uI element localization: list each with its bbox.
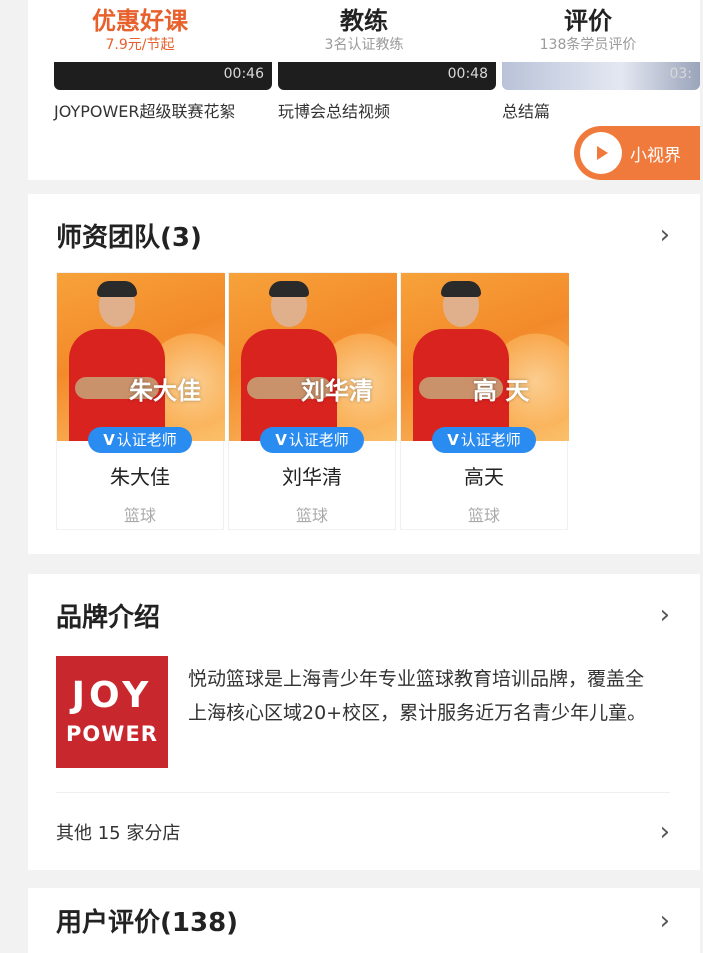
video-duration: 00:46	[223, 66, 264, 82]
photo-name-overlay: 刘华清	[301, 377, 373, 405]
logo-line1: JOY	[71, 675, 153, 716]
section-title: 用户评价(138)	[56, 908, 239, 938]
verified-icon: V	[103, 431, 115, 449]
section-title: 品牌介绍	[56, 602, 161, 633]
brand-section: 品牌介绍 › JOY POWER 悦动篮球是上海青少年专业篮球教育培训品牌，覆盖…	[28, 574, 700, 870]
section-title: 师资团队(3)	[56, 222, 202, 253]
teachers-header[interactable]: 师资团队(3) ›	[28, 194, 700, 276]
tab-subtitle: 7.9元/节起	[105, 37, 175, 53]
certified-badge: V 认证老师	[88, 427, 192, 453]
tab-title: 评价	[564, 7, 612, 35]
video-duration: 03:	[669, 66, 692, 82]
verified-icon: V	[275, 431, 287, 449]
divider	[56, 792, 670, 793]
video-thumbnail[interactable]: 00:48	[278, 62, 496, 90]
badge-label: 认证老师	[116, 431, 177, 449]
photo-name-overlay: 高 天	[473, 377, 530, 405]
tab-title: 教练	[340, 7, 388, 35]
video-item[interactable]: 00:48 玩博会总结视频	[278, 62, 496, 124]
screen: 优惠好课 7.9元/节起 教练 3名认证教练 评价 138条学员评价 00:46…	[0, 0, 703, 953]
teacher-card[interactable]: 刘华清 V 认证老师 刘华清 篮球	[228, 272, 397, 530]
teacher-cards: 朱大佳 V 认证老师 朱大佳 篮球 刘华清 V 认证老师 刘华清 篮球 高 天 …	[56, 272, 569, 530]
badge-label: 认证老师	[460, 431, 521, 449]
tab-subtitle: 138条学员评价	[539, 37, 637, 53]
tab-coaches[interactable]: 教练 3名认证教练	[252, 0, 476, 62]
certified-badge: V 认证老师	[260, 427, 364, 453]
verified-icon: V	[447, 431, 459, 449]
video-duration: 00:48	[447, 66, 488, 82]
tab-title: 优惠好课	[92, 7, 188, 35]
other-branches-row[interactable]: 其他 15 家分店 ›	[28, 794, 700, 870]
teacher-name: 刘华清	[282, 465, 342, 489]
logo-line2: POWER	[66, 722, 158, 746]
play-icon	[580, 132, 622, 174]
reviews-header[interactable]: 用户评价(138) ›	[28, 888, 700, 953]
teacher-sport: 篮球	[467, 506, 500, 525]
tab-bar: 优惠好课 7.9元/节起 教练 3名认证教练 评价 138条学员评价	[28, 0, 700, 62]
teacher-photo: 刘华清	[229, 273, 397, 441]
teacher-card[interactable]: 朱大佳 V 认证老师 朱大佳 篮球	[56, 272, 225, 530]
brand-logo: JOY POWER	[56, 656, 168, 768]
teacher-sport: 篮球	[295, 506, 328, 525]
mini-window-button[interactable]: 小视界	[574, 126, 700, 180]
chevron-right-icon[interactable]: ›	[660, 817, 670, 847]
branches-label: 其他 15 家分店	[56, 823, 181, 844]
video-item[interactable]: 00:46 JOYPOWER超级联赛花絮	[54, 62, 272, 124]
video-thumbnail[interactable]: 00:46	[54, 62, 272, 90]
badge-label: 认证老师	[288, 431, 349, 449]
video-title: JOYPOWER超级联赛花絮	[54, 102, 236, 121]
teachers-section: 师资团队(3) › 朱大佳 V 认证老师 朱大佳 篮球 刘华清 V 认证老师 刘…	[28, 194, 700, 554]
reviews-section: 用户评价(138) ›	[28, 888, 700, 953]
brand-body: JOY POWER 悦动篮球是上海青少年专业篮球教育培训品牌，覆盖全上海核心区域…	[56, 656, 658, 768]
tab-courses[interactable]: 优惠好课 7.9元/节起	[28, 0, 252, 62]
brand-header[interactable]: 品牌介绍 ›	[28, 574, 700, 656]
teacher-name: 高天	[464, 465, 504, 489]
brand-description: 悦动篮球是上海青少年专业篮球教育培训品牌，覆盖全上海核心区域20+校区，累计服务…	[188, 668, 647, 724]
chevron-right-icon[interactable]: ›	[660, 906, 670, 936]
chevron-right-icon[interactable]: ›	[660, 600, 670, 630]
photo-name-overlay: 朱大佳	[129, 377, 201, 405]
teacher-sport: 篮球	[123, 506, 156, 525]
teacher-name: 朱大佳	[110, 465, 170, 489]
video-strip: 00:46 JOYPOWER超级联赛花絮 00:48 玩博会总结视频 03: 总…	[28, 62, 700, 180]
video-title: 总结篇	[502, 102, 551, 121]
certified-badge: V 认证老师	[432, 427, 536, 453]
teacher-card[interactable]: 高 天 V 认证老师 高天 篮球	[400, 272, 569, 530]
video-item[interactable]: 03: 总结篇	[502, 62, 703, 124]
tab-subtitle: 3名认证教练	[324, 37, 404, 53]
video-thumbnail[interactable]: 03:	[502, 62, 700, 90]
mini-window-label: 小视界	[630, 145, 681, 166]
chevron-right-icon[interactable]: ›	[660, 220, 670, 250]
tab-reviews[interactable]: 评价 138条学员评价	[476, 0, 700, 62]
teacher-photo: 朱大佳	[57, 273, 225, 441]
teacher-photo: 高 天	[401, 273, 569, 441]
video-title: 玩博会总结视频	[278, 102, 391, 121]
